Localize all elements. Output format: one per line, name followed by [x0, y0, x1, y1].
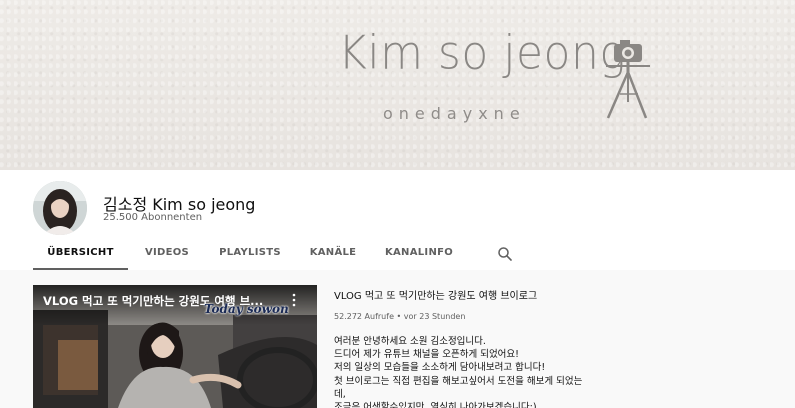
featured-video-title[interactable]: VLOG 먹고 또 먹기만하는 강원도 여행 브이로그	[334, 287, 537, 302]
featured-video-meta: 52.272 Aufrufe • vor 23 Stunden	[334, 312, 466, 321]
channel-banner: Kim so jeong onedayxne	[0, 0, 795, 170]
tab-videos[interactable]: VIDEOS	[128, 240, 206, 270]
banner-title: Kim so jeong	[338, 26, 627, 81]
channel-avatar[interactable]	[33, 181, 87, 235]
video-watermark: Today sowon	[204, 302, 289, 316]
tab-about[interactable]: KANALINFO	[372, 240, 466, 270]
description-line: 드디어 제가 유튜브 채널을 오픈하게 되었어요!	[334, 349, 519, 360]
banner-subtitle: onedayxne	[383, 104, 526, 123]
tab-overview[interactable]: ÜBERSICHT	[33, 240, 128, 270]
description-line: 조금은 어색할수있지만, 열심히 나아가보겠습니다:)	[334, 402, 537, 408]
avatar-image	[33, 181, 87, 235]
description-line: 데,	[334, 389, 346, 400]
tab-playlists[interactable]: PLAYLISTS	[206, 240, 294, 270]
channel-tabs: ÜBERSICHT VIDEOS PLAYLISTS KANÄLE KANALI…	[33, 240, 466, 270]
more-options-icon[interactable]	[290, 293, 298, 307]
description-line: 여러분 안녕하세요 소원 김소정입니다.	[334, 336, 486, 347]
search-icon[interactable]	[497, 246, 513, 262]
camera-on-tripod-icon	[606, 40, 650, 119]
youtube-channel-page: Kim so jeong onedayxne 김소정 Kim so jeong …	[0, 0, 795, 408]
tab-channels[interactable]: KANÄLE	[294, 240, 372, 270]
subscriber-count: 25.500 Abonnenten	[103, 212, 203, 223]
description-line: 첫 브이로그는 직접 편집을 해보고싶어서 도전을 해보게 되었는	[334, 376, 583, 387]
description-line: 저의 일상의 모습들을 소소하게 담아내보려고 합니다!	[334, 362, 546, 373]
